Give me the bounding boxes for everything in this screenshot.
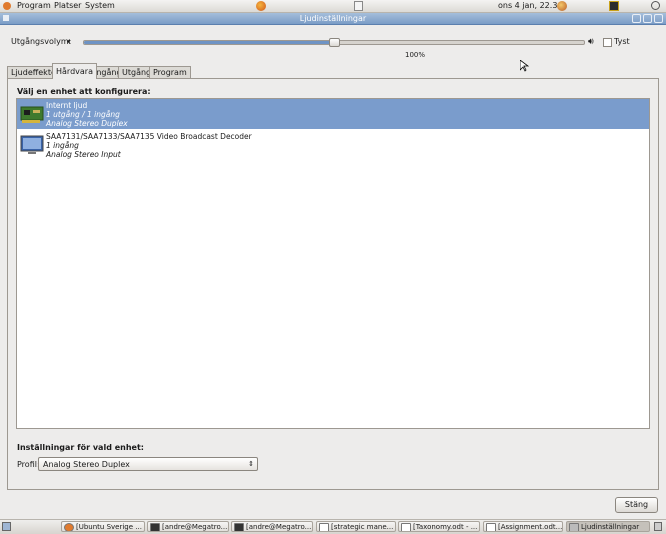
taskbar-item-label: [Ubuntu Sverige ...	[76, 523, 142, 531]
bottom-taskbar: [Ubuntu Sverige ... [andre@Megatro... [a…	[0, 519, 666, 534]
document-icon	[319, 523, 329, 531]
shutdown-icon[interactable]	[651, 1, 660, 10]
mute-label[interactable]: Tyst	[614, 37, 630, 46]
speaker-icon	[569, 523, 579, 531]
menu-platser[interactable]: Platser	[54, 1, 81, 11]
menu-system[interactable]: System	[85, 1, 115, 11]
device-profile: Analog Stereo Input	[46, 150, 121, 159]
taskbar-item-label: [andre@Megatro...	[162, 523, 228, 531]
taskbar-item-label: [strategic mane...	[331, 523, 394, 531]
volume-high-icon: 🔊︎	[588, 37, 594, 47]
mouse-pointer-icon	[519, 59, 530, 74]
notes-icon[interactable]	[354, 1, 363, 11]
window-titlebar[interactable]: Ljudinställningar	[0, 13, 666, 25]
taskbar-item-active[interactable]: Ljudinställningar	[566, 521, 650, 532]
clock[interactable]: ons 4 jan, 22.36	[498, 1, 563, 11]
device-ports: 1 ingång	[46, 141, 79, 150]
volume-percent: 100%	[404, 51, 425, 59]
taskbar-item[interactable]: [andre@Megatro...	[147, 521, 229, 532]
device-text: SAA7131/SAA7133/SAA7135 Video Broadcast …	[46, 132, 252, 159]
firefox-icon	[64, 523, 74, 531]
menu-program[interactable]: Program	[17, 1, 51, 11]
mute-checkbox[interactable]	[603, 38, 612, 47]
taskbar-item-label: [Assignment.odt...	[498, 523, 563, 531]
profile-label: Profil:	[17, 460, 40, 469]
device-row-internal-audio[interactable]: Internt ljud 1 utgång / 1 ingång Analog …	[17, 99, 649, 129]
taskbar-item[interactable]: [Assignment.odt...	[483, 521, 563, 532]
device-text: Internt ljud 1 utgång / 1 ingång Analog …	[46, 101, 128, 128]
device-profile: Analog Stereo Duplex	[46, 119, 128, 128]
device-ports: 1 utgång / 1 ingång	[46, 110, 120, 119]
document-icon	[486, 523, 496, 531]
monitor-icon	[20, 133, 44, 157]
taskbar-item[interactable]: [andre@Megatro...	[231, 521, 313, 532]
volume-level-fill	[84, 41, 334, 44]
profile-selected-value: Analog Stereo Duplex	[43, 460, 130, 469]
taskbar-item[interactable]: [strategic mane...	[316, 521, 396, 532]
window-title: Ljudinställningar	[299, 14, 367, 23]
device-list[interactable]: Internt ljud 1 utgång / 1 ingång Analog …	[16, 98, 650, 429]
close-button[interactable]: Stäng	[615, 497, 658, 513]
chevron-updown-icon: ⇕	[248, 460, 254, 468]
user-switcher-icon[interactable]	[609, 1, 619, 11]
minimize-button[interactable]	[632, 14, 641, 23]
show-desktop-icon[interactable]	[2, 522, 11, 531]
tab-hardvara[interactable]: Hårdvara	[52, 63, 97, 79]
output-volume-slider[interactable]	[83, 38, 585, 47]
volume-slider-handle[interactable]	[329, 38, 340, 47]
terminal-icon	[234, 523, 244, 531]
maximize-button[interactable]	[643, 14, 652, 23]
taskbar-item-label: [andre@Megatro...	[246, 523, 312, 531]
output-volume-label: Utgångsvolym:	[11, 37, 72, 46]
device-settings-heading: Inställningar för vald enhet:	[17, 443, 144, 452]
top-panel: Program Platser System ons 4 jan, 22.36	[0, 0, 666, 13]
ubuntu-logo-icon[interactable]	[3, 2, 11, 10]
tab-program[interactable]: Program	[149, 66, 191, 78]
sound-card-icon	[20, 102, 44, 126]
device-list-heading: Välj en enhet att konfigurera:	[17, 87, 151, 96]
weather-icon	[557, 1, 567, 11]
device-name: Internt ljud	[46, 101, 88, 110]
document-icon	[401, 523, 411, 531]
profile-dropdown[interactable]: Analog Stereo Duplex ⇕	[38, 457, 258, 471]
device-row-video-decoder[interactable]: SAA7131/SAA7133/SAA7135 Video Broadcast …	[17, 130, 649, 160]
close-window-button[interactable]	[654, 14, 663, 23]
taskbar-item-label: Ljudinställningar	[581, 523, 640, 531]
terminal-icon	[150, 523, 160, 531]
trash-icon[interactable]	[654, 522, 662, 531]
volume-low-icon: 🔈︎	[67, 37, 73, 47]
firefox-launcher-icon[interactable]	[256, 1, 266, 11]
taskbar-item[interactable]: [Ubuntu Sverige ...	[61, 521, 145, 532]
device-name: SAA7131/SAA7133/SAA7135 Video Broadcast …	[46, 132, 252, 141]
taskbar-item-label: [Taxonomy.odt - ...	[413, 523, 478, 531]
taskbar-item[interactable]: [Taxonomy.odt - ...	[398, 521, 480, 532]
